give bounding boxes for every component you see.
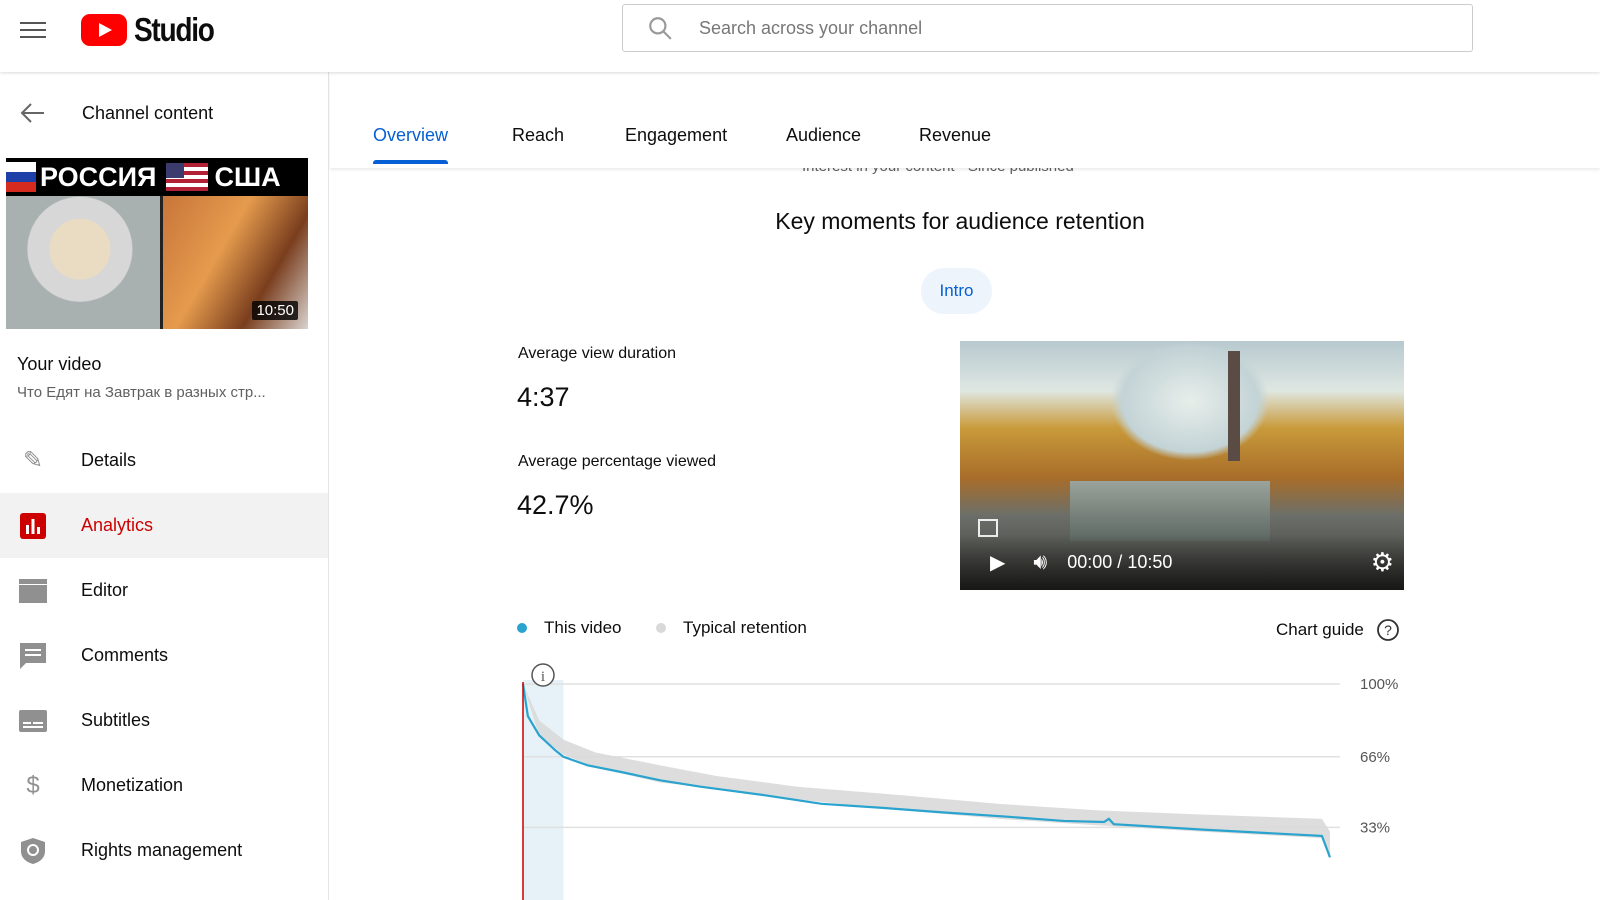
usa-flag-icon (166, 163, 209, 191)
pencil-icon: ✎ (22, 447, 44, 474)
sidebar-item-editor[interactable]: Editor (0, 558, 328, 623)
shield-icon (18, 837, 48, 865)
legend-typical-retention: Typical retention (656, 618, 807, 638)
sidebar-item-subtitles[interactable]: Subtitles (0, 688, 328, 753)
avg-view-duration-label: Average view duration (518, 345, 677, 362)
tab-reach[interactable]: Reach (512, 125, 564, 146)
comment-icon (18, 642, 48, 670)
avg-percentage-label: Average percentage viewed (518, 453, 717, 470)
tab-engagement[interactable]: Engagement (625, 125, 727, 146)
tab-audience[interactable]: Audience (786, 125, 861, 146)
video-player[interactable]: ▶ 🔊︎ 00:00 / 10:50 ⚙ (960, 341, 1404, 590)
avg-percentage-value: 42.7% (517, 490, 594, 520)
clapperboard-icon (18, 578, 48, 603)
tab-overview[interactable]: Overview (373, 125, 449, 164)
dollar-icon: $ (26, 771, 40, 799)
play-icon[interactable]: ▶ (990, 550, 1005, 575)
volume-icon[interactable]: 🔊︎ (1033, 549, 1047, 575)
player-controls: ▶ 🔊︎ 00:00 / 10:50 ⚙ (960, 534, 1404, 590)
top-bar: Studio (0, 0, 1600, 72)
menu-icon[interactable] (20, 20, 46, 40)
section-title: Key moments for audience retention (775, 208, 1145, 234)
settings-gear-icon[interactable]: ⚙ (1371, 547, 1394, 578)
y-tick-label: 66% (1360, 749, 1390, 766)
sidebar-item-details[interactable]: ✎ Details (0, 428, 328, 493)
arrow-left-icon (20, 103, 44, 123)
analytics-tabs: Overview Reach Engagement Audience Reven… (330, 72, 1600, 168)
avg-view-duration-value: 4:37 (517, 382, 570, 412)
duration-badge: 10:50 (252, 301, 298, 320)
sidebar-item-analytics[interactable]: Analytics (0, 493, 328, 558)
search-input[interactable] (699, 17, 1399, 39)
studio-logo[interactable]: Studio (81, 11, 228, 49)
search-box[interactable] (622, 4, 1473, 52)
video-thumbnail[interactable]: РОССИЯ США 10:50 (6, 158, 308, 329)
sidebar-nav: ✎ Details Analytics Editor Comments Subti… (0, 428, 328, 883)
player-time: 00:00 / 10:50 (1067, 551, 1173, 572)
subtitles-icon (18, 709, 48, 732)
video-title[interactable]: Что Едят на Завтрак в разных стр... (17, 384, 307, 401)
sidebar-item-comments[interactable]: Comments (0, 623, 328, 688)
intro-chip[interactable]: Intro (921, 268, 992, 314)
russia-flag-icon (6, 162, 36, 192)
search-icon (649, 17, 672, 40)
sidebar: Channel content РОССИЯ США 10:50 Your vid… (0, 72, 329, 900)
y-tick-label: 33% (1360, 819, 1390, 836)
retention-chart[interactable]: 100% 66% 33% i (500, 655, 1420, 900)
y-tick-label: 100% (1360, 676, 1398, 693)
svg-text:?: ? (1384, 622, 1392, 638)
your-video-label: Your video (17, 354, 102, 374)
sidebar-item-monetization[interactable]: $ Monetization (0, 753, 328, 818)
intro-highlight (523, 680, 564, 900)
typical-retention-band (523, 684, 1330, 858)
tab-revenue[interactable]: Revenue (919, 125, 991, 146)
youtube-play-icon (81, 14, 127, 46)
legend-this-video: This video (517, 618, 621, 638)
back-to-channel-content[interactable]: Channel content (20, 102, 213, 124)
info-icon-glyph: i (541, 669, 545, 685)
sidebar-item-rights-management[interactable]: Rights management (0, 818, 328, 883)
help-icon: ? (1376, 619, 1399, 641)
analytics-icon (18, 512, 48, 539)
chart-guide-button[interactable]: Chart guide ? (1276, 618, 1400, 642)
